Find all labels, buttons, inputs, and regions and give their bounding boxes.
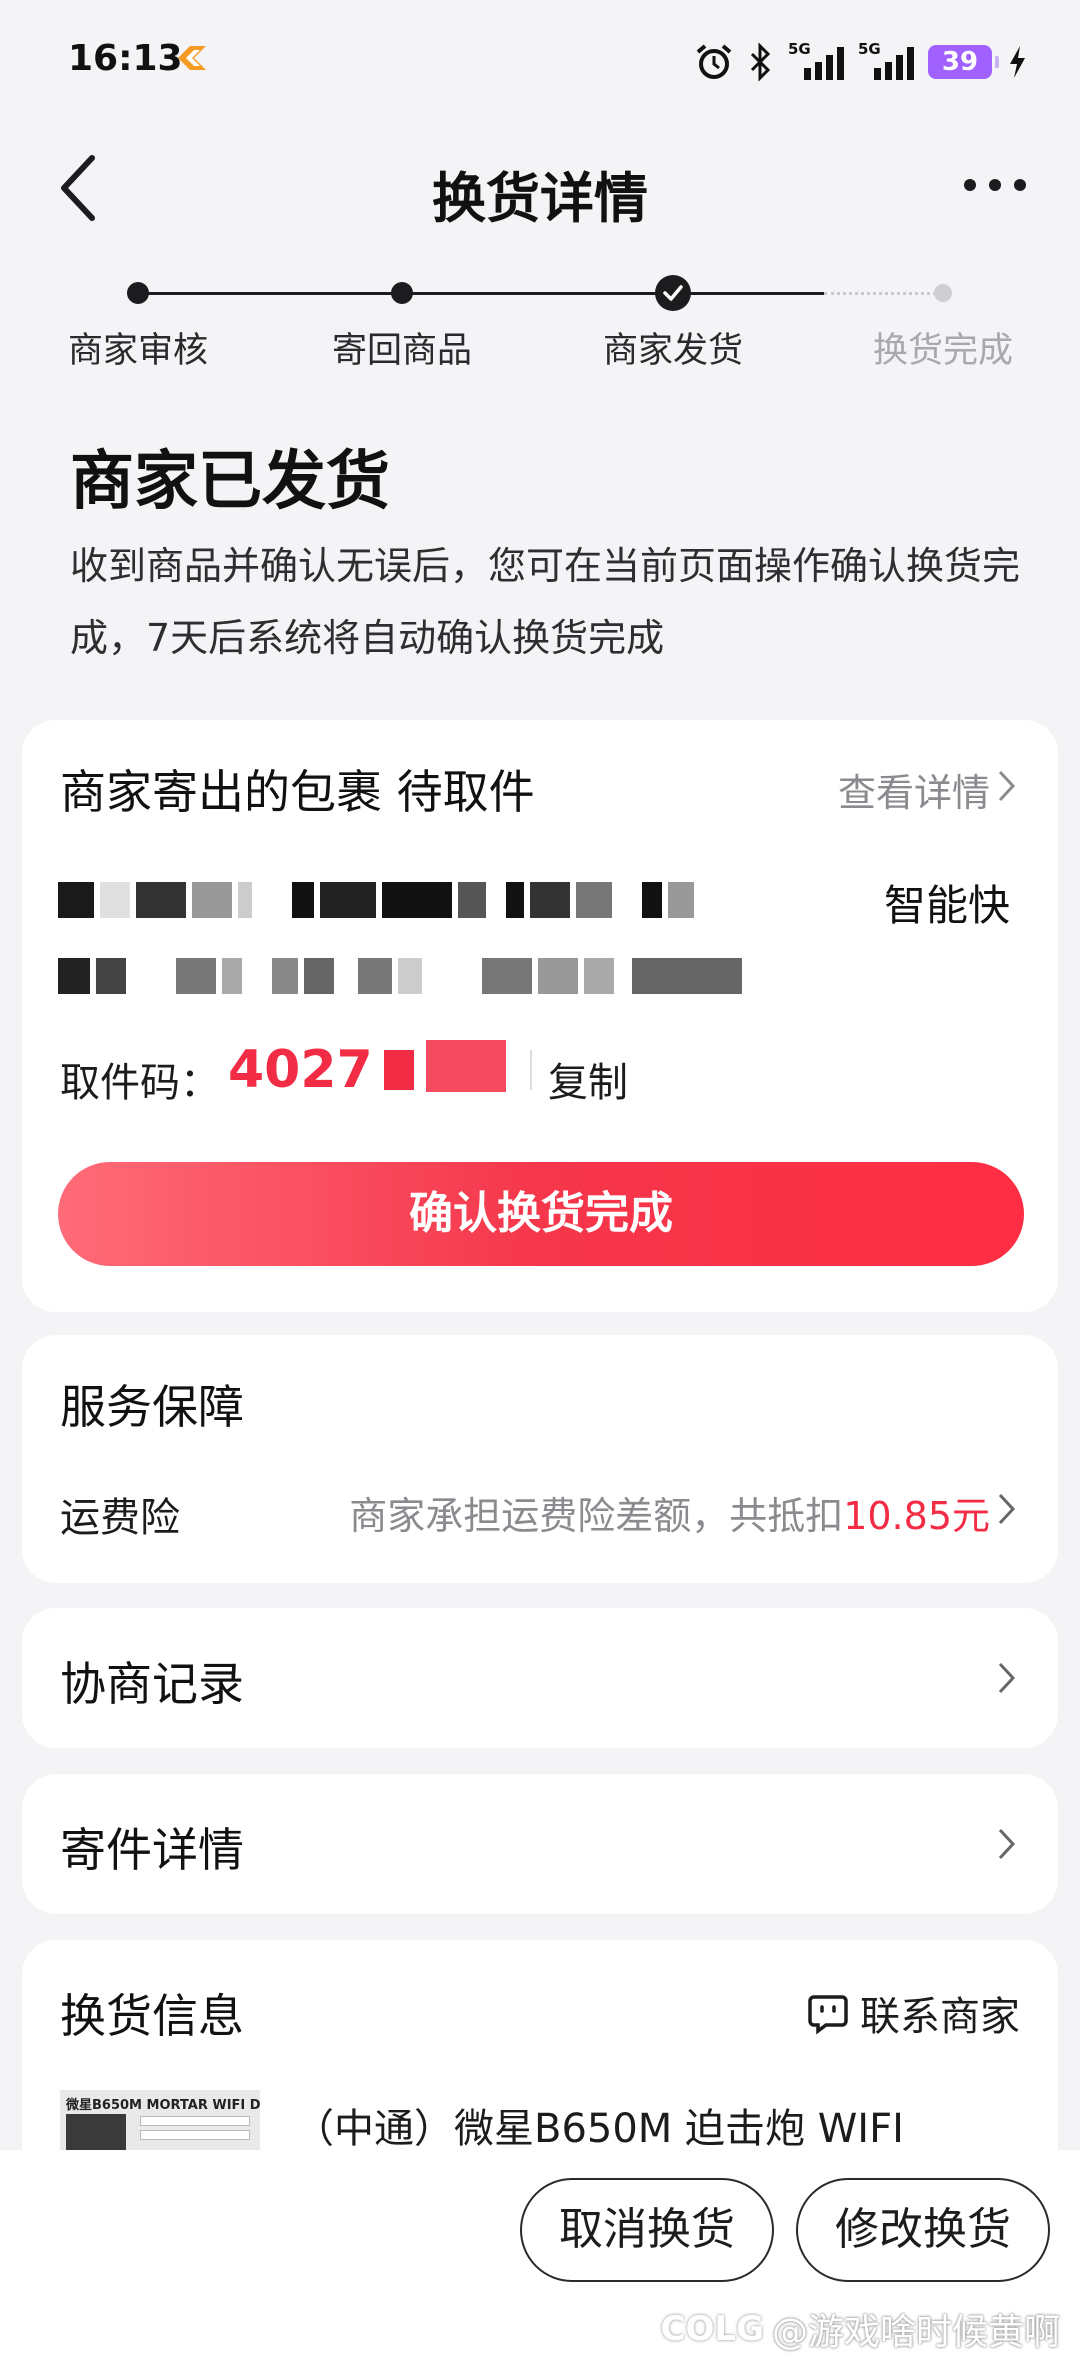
- step-label: 换货完成: [872, 331, 1013, 371]
- copy-button[interactable]: 复制: [548, 1050, 628, 1108]
- step-connector-pending: [824, 292, 942, 295]
- pickup-code-redacted: [426, 1040, 506, 1092]
- step-label: 商家发货: [602, 331, 743, 371]
- app-notification-icon: [178, 46, 206, 70]
- service-title: 服务保障: [60, 1380, 244, 1434]
- watermark: COLG @游戏啥时候黄啊: [661, 2303, 1060, 2355]
- package-title: 商家寄出的包裹 待取件: [60, 765, 535, 819]
- address-visible-tail: 智能快: [883, 881, 1010, 930]
- freight-insurance-amount: 10.85元: [843, 1494, 990, 1538]
- freight-insurance-value[interactable]: 商家承担运费险差额，共抵扣10.85元: [349, 1485, 990, 1540]
- chevron-right-icon[interactable]: [996, 1491, 1018, 1527]
- confirm-exchange-button[interactable]: 确认换货完成: [58, 1162, 1024, 1266]
- shipping-title: 寄件详情: [60, 1823, 244, 1877]
- nav-bar: 换货详情: [0, 130, 1080, 240]
- service-card: 服务保障 运费险 商家承担运费险差额，共抵扣10.85元: [22, 1335, 1058, 1583]
- step-check-icon: [655, 275, 691, 311]
- page-title: 换货详情: [432, 167, 648, 230]
- step-dot-return: [391, 282, 413, 304]
- step-label: 商家审核: [67, 331, 208, 371]
- negotiation-title: 协商记录: [60, 1657, 244, 1711]
- step-label: 寄回商品: [331, 331, 472, 371]
- cancel-exchange-button[interactable]: 取消换货: [520, 2178, 774, 2282]
- chevron-right-icon[interactable]: [996, 1826, 1018, 1862]
- signal-2-icon: 5G: [858, 40, 914, 80]
- status-bar: 16:13 5G 5G 39: [0, 0, 1080, 125]
- product-name[interactable]: （中通）微星B650M 迫击炮 WIFI: [294, 2096, 904, 2154]
- chat-icon: [808, 1995, 848, 2035]
- status-icons: 5G 5G 39: [694, 38, 1028, 86]
- pickup-code-value: 4027: [228, 1040, 373, 1100]
- step-connector: [402, 292, 674, 295]
- step-dot-complete: [934, 284, 952, 302]
- charging-icon: [1010, 46, 1025, 78]
- pickup-code-label: 取件码：: [60, 1060, 220, 1106]
- more-options-icon[interactable]: [960, 170, 1030, 200]
- pickup-code-redacted: [384, 1050, 414, 1090]
- address-redacted: [58, 956, 748, 996]
- modify-exchange-button[interactable]: 修改换货: [796, 2178, 1050, 2282]
- chevron-right-icon[interactable]: [996, 1660, 1018, 1696]
- contact-merchant-button[interactable]: 联系商家: [806, 1984, 1020, 2042]
- view-details-link[interactable]: 查看详情: [838, 762, 990, 817]
- step-connector: [138, 292, 402, 295]
- alarm-icon: [696, 44, 732, 79]
- watermark-logo: COLG: [660, 2309, 764, 2349]
- signal-1-icon: 5G: [788, 40, 844, 80]
- divider: [530, 1050, 532, 1090]
- watermark-text: @游戏啥时候黄啊: [771, 2312, 1060, 2353]
- package-card: 商家寄出的包裹 待取件 查看详情 智能快 取件码： 4027 复制 确认换货完成: [22, 720, 1058, 1312]
- shipping-details-row[interactable]: 寄件详情: [22, 1774, 1058, 1914]
- progress-steps: 商家审核 寄回商品 商家发货 换货完成: [0, 270, 1080, 380]
- status-time: 16:13: [68, 38, 183, 79]
- bottom-action-bar: 取消换货 修改换货 COLG @游戏啥时候黄啊: [0, 2150, 1080, 2375]
- status-description: 收到商品并确认无误后，您可在当前页面操作确认换货完成，7天后系统将自动确认换货完…: [70, 544, 1021, 660]
- status-title: 商家已发货: [70, 445, 390, 519]
- step-connector: [674, 292, 824, 295]
- negotiation-record-row[interactable]: 协商记录: [22, 1608, 1058, 1748]
- exchange-info-title: 换货信息: [60, 1989, 244, 2043]
- address-redacted: [58, 880, 700, 920]
- battery-icon: 39: [928, 45, 999, 79]
- step-dot-review: [127, 282, 149, 304]
- freight-insurance-label: 运费险: [60, 1495, 180, 1541]
- bluetooth-icon: [750, 42, 771, 82]
- chevron-right-icon[interactable]: [996, 768, 1018, 804]
